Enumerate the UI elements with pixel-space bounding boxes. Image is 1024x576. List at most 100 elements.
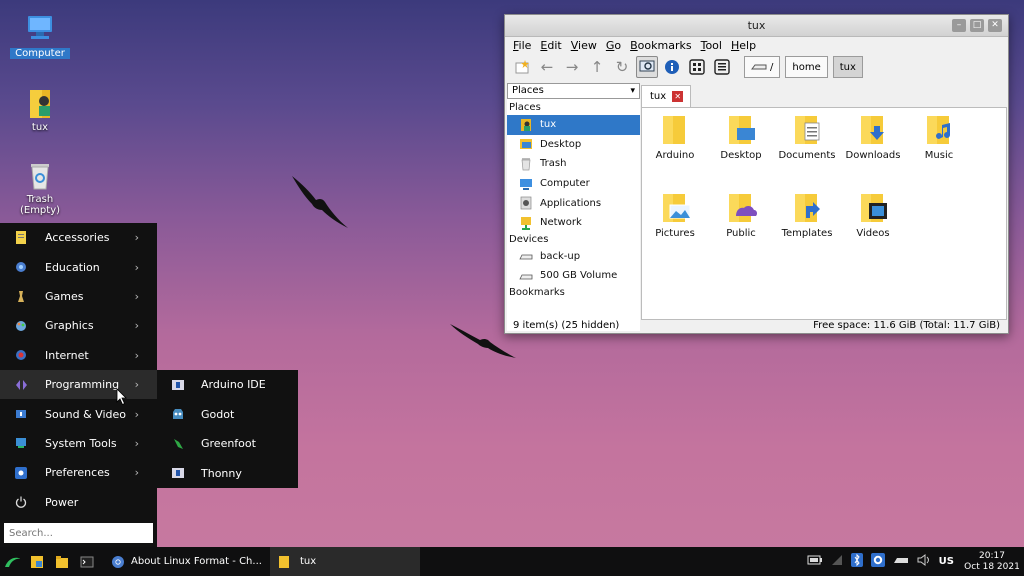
chevron-right-icon: › (134, 466, 139, 480)
clock[interactable]: 20:17 Oct 18 2021 (962, 551, 1022, 573)
keyboard-layout-indicator[interactable]: US (939, 556, 954, 567)
submenu-item-godot[interactable]: Godot (157, 400, 298, 430)
breadcrumb-label: / (770, 61, 774, 73)
submenu-item-thonny[interactable]: Thonny (157, 459, 298, 489)
home-folder-launcher[interactable] (29, 554, 45, 570)
sidebar-item-500gb-volume[interactable]: 500 GB Volume (507, 266, 640, 286)
breadcrumb-label: home (792, 61, 821, 73)
folder-item[interactable]: Videos (840, 192, 906, 239)
menu-bookmarks[interactable]: Bookmarks (630, 39, 691, 52)
sidebar-item-desktop[interactable]: Desktop (507, 135, 640, 155)
menu-help[interactable]: Help (731, 39, 756, 52)
info-button[interactable] (661, 56, 683, 78)
folder-item[interactable]: Desktop (708, 114, 774, 161)
minimize-icon[interactable]: – (952, 19, 966, 32)
show-hidden-button[interactable] (636, 56, 658, 78)
places-sidebar: Places Places tux Desktop Trash Computer… (507, 83, 640, 331)
menu-item-label: Graphics (45, 319, 94, 333)
folder-item[interactable]: Public (708, 192, 774, 239)
computer-search-icon (639, 60, 655, 72)
submenu-item-arduino-ide[interactable]: Arduino IDE (157, 370, 298, 400)
folder-item[interactable]: Pictures (642, 192, 708, 239)
menu-item-label: Accessories (45, 231, 110, 245)
file-manager-launcher[interactable] (54, 554, 70, 570)
folder-item[interactable]: Documents (774, 114, 840, 161)
sidebar-item-tux[interactable]: tux (507, 115, 640, 135)
drive-icon (519, 254, 533, 260)
folder-item[interactable]: Templates (774, 192, 840, 239)
menu-item-accessories[interactable]: Accessories › (0, 223, 157, 252)
menu-item-power[interactable]: Power (0, 488, 157, 517)
submenu-item-greenfoot[interactable]: Greenfoot (157, 429, 298, 459)
menu-edit[interactable]: Edit (540, 39, 561, 52)
close-tab-icon[interactable]: ✕ (672, 91, 684, 102)
battery-icon[interactable] (807, 555, 823, 568)
icon-view-button[interactable] (686, 56, 708, 78)
back-button[interactable]: ← (536, 56, 558, 78)
menu-item-internet[interactable]: Internet › (0, 341, 157, 370)
chevron-right-icon: › (134, 319, 139, 333)
removable-drive-icon[interactable] (893, 555, 909, 568)
folder-icon (659, 192, 691, 222)
computer-icon (520, 178, 532, 190)
list-view-button[interactable] (711, 56, 733, 78)
graphics-icon (14, 319, 28, 333)
new-tab-button[interactable] (511, 56, 533, 78)
bluetooth-icon[interactable] (850, 553, 863, 570)
bird-silhouette (292, 176, 348, 228)
grid-view-icon (689, 59, 705, 75)
folder-icon (56, 555, 68, 568)
sidebar-item-back-up[interactable]: back-up (507, 247, 640, 267)
desktop-icon-computer[interactable]: Computer (10, 12, 70, 59)
tab-tux[interactable]: tux ✕ (641, 85, 691, 107)
start-menu-button[interactable] (4, 554, 20, 570)
menu-tool[interactable]: Tool (701, 39, 722, 52)
menu-file[interactable]: File (513, 39, 531, 52)
breadcrumb-root[interactable]: / (744, 56, 781, 78)
folder-item[interactable]: Arduino (642, 114, 708, 161)
folder-icon (857, 114, 889, 144)
volume-icon[interactable] (917, 554, 931, 569)
menu-item-programming[interactable]: Programming › (0, 369, 157, 400)
taskbar-task-browser[interactable]: About Linux Format - Ch... (103, 547, 270, 576)
menu-item-preferences[interactable]: Preferences › (0, 458, 157, 487)
places-header: Places (509, 102, 541, 113)
menu-item-sound-video[interactable]: Sound & Video › (0, 399, 157, 428)
reload-button[interactable]: ↻ (611, 56, 633, 78)
desktop-icon-home[interactable]: tux (10, 86, 70, 133)
folder-item[interactable]: Downloads (840, 114, 906, 161)
breadcrumb-home[interactable]: home (785, 56, 828, 78)
menu-search-input[interactable] (4, 523, 153, 543)
up-button[interactable]: ↑ (586, 56, 608, 78)
menu-item-graphics[interactable]: Graphics › (0, 311, 157, 340)
taskbar-task-file-manager[interactable]: tux (269, 547, 420, 576)
breadcrumb-tux[interactable]: tux (832, 56, 863, 78)
sidebar-mode-select[interactable]: Places (507, 83, 640, 99)
window-titlebar[interactable]: tux – □ ✕ (505, 15, 1008, 37)
menu-item-games[interactable]: Games › (0, 282, 157, 311)
sidebar-item-network[interactable]: Network (507, 213, 640, 233)
godot-icon (171, 408, 185, 420)
sidebar-item-applications[interactable]: Applications (507, 193, 640, 213)
desktop-icon-trash[interactable]: Trash (Empty) (10, 158, 70, 216)
folder-item[interactable]: Music (906, 114, 972, 161)
forward-button[interactable]: → (561, 56, 583, 78)
menu-item-system-tools[interactable]: System Tools › (0, 429, 157, 458)
settings-gear-icon[interactable] (870, 553, 885, 570)
clock-time: 20:17 (979, 550, 1005, 561)
folder-icon (278, 555, 289, 568)
drive-icon (751, 64, 767, 70)
wifi-icon[interactable] (831, 554, 843, 569)
toolbar: ← → ↑ ↻ / home tux (505, 53, 1008, 81)
maximize-icon[interactable]: □ (970, 19, 984, 32)
trash-icon (23, 158, 57, 192)
menu-go[interactable]: Go (606, 39, 621, 52)
menu-item-education[interactable]: Education › (0, 252, 157, 281)
menu-view[interactable]: View (571, 39, 597, 52)
terminal-launcher[interactable] (79, 554, 95, 570)
home-folder-icon (23, 86, 57, 120)
sidebar-item-trash[interactable]: Trash (507, 154, 640, 174)
sidebar-item-computer[interactable]: Computer (507, 174, 640, 194)
close-icon[interactable]: ✕ (988, 19, 1002, 32)
menu-item-label: Education (45, 260, 100, 274)
